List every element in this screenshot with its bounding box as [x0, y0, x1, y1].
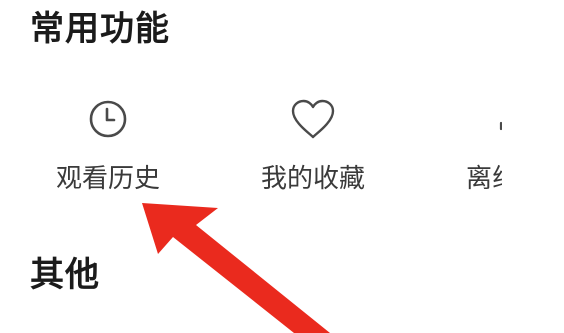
my-favorites-item[interactable]: 我的收藏: [243, 93, 383, 203]
offline-item[interactable]: 离线: [450, 93, 502, 203]
offline-label: 离线: [466, 164, 502, 194]
watch-history-label: 观看历史: [55, 164, 160, 194]
download-icon: [488, 93, 502, 145]
watch-history-item[interactable]: 观看历史: [38, 93, 178, 203]
heart-icon: [287, 93, 339, 145]
section-title-other: 其他: [30, 255, 100, 295]
my-favorites-label: 我的收藏: [260, 164, 365, 194]
clock-icon: [82, 93, 134, 145]
